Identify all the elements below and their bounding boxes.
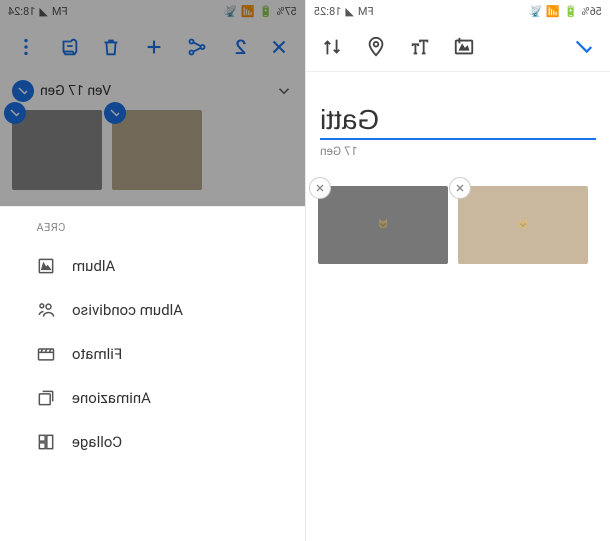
status-time: 18:24 xyxy=(8,5,35,18)
done-button[interactable] xyxy=(564,27,604,67)
album-date-label: 17 Gen xyxy=(320,144,596,158)
create-bottom-sheet: CREA Album Album condiviso Filmato Anima… xyxy=(0,206,305,541)
animation-icon xyxy=(36,388,56,408)
battery-text: 56% xyxy=(582,5,602,18)
selected-check-icon[interactable] xyxy=(4,102,26,124)
sheet-item-label: Collage xyxy=(72,433,122,451)
status-bar: 56% 🔋📶📡 FM ◢ 18:25 xyxy=(306,0,610,22)
text-button[interactable] xyxy=(400,27,440,67)
sheet-header-label: CREA xyxy=(18,221,305,244)
date-header-row: Ven 17 Gen xyxy=(0,72,305,110)
sheet-item-label: Album xyxy=(72,257,115,275)
share-button[interactable] xyxy=(178,27,215,67)
remove-thumbnail-button[interactable] xyxy=(309,177,331,199)
overflow-menu-button[interactable] xyxy=(8,27,45,67)
selected-count: 2 xyxy=(235,35,246,59)
album-toolbar xyxy=(306,22,610,72)
archive-button[interactable] xyxy=(51,27,88,67)
sheet-item-label: Album condiviso xyxy=(72,301,183,319)
album-icon xyxy=(36,256,56,276)
photo-selection-screen: 57% 🔋📶📡 FM ◢ 18:24 2 xyxy=(0,0,305,541)
chevron-down-icon[interactable] xyxy=(275,82,293,100)
carrier-text: FM xyxy=(52,5,68,18)
collage-icon xyxy=(36,432,56,452)
movie-icon xyxy=(36,344,56,364)
thumbnail-item[interactable] xyxy=(112,110,202,190)
status-time: 18:25 xyxy=(314,5,341,18)
sheet-item-label: Animazione xyxy=(72,389,151,407)
sheet-item-label: Filmato xyxy=(72,345,122,363)
thumbnail-item[interactable]: 🐱 xyxy=(318,186,448,264)
album-title-input[interactable] xyxy=(320,102,596,140)
create-animation-item[interactable]: Animazione xyxy=(18,376,305,420)
sort-button[interactable] xyxy=(312,27,352,67)
create-album-item[interactable]: Album xyxy=(18,244,305,288)
create-shared-album-item[interactable]: Album condiviso xyxy=(18,288,305,332)
thumbnail-item[interactable]: 🐱 xyxy=(458,186,588,264)
date-header-label: Ven 17 Gen xyxy=(40,83,111,99)
close-selection-button[interactable] xyxy=(260,27,297,67)
selection-thumbnails xyxy=(0,110,305,206)
create-movie-item[interactable]: Filmato xyxy=(18,332,305,376)
add-photo-button[interactable] xyxy=(444,27,484,67)
selection-content: 57% 🔋📶📡 FM ◢ 18:24 2 xyxy=(0,0,305,206)
location-button[interactable] xyxy=(356,27,396,67)
carrier-text: FM xyxy=(358,5,374,18)
shared-album-icon xyxy=(36,300,56,320)
delete-button[interactable] xyxy=(93,27,130,67)
status-bar: 57% 🔋📶📡 FM ◢ 18:24 xyxy=(0,0,305,22)
add-button[interactable] xyxy=(136,27,173,67)
remove-thumbnail-button[interactable] xyxy=(449,177,471,199)
battery-text: 57% xyxy=(277,5,297,18)
create-collage-item[interactable]: Collage xyxy=(18,420,305,464)
album-thumbnails: 🐱 🐱 xyxy=(306,164,610,264)
select-all-check-icon[interactable] xyxy=(12,80,34,102)
album-create-screen: 56% 🔋📶📡 FM ◢ 18:25 17 Gen � xyxy=(305,0,610,541)
thumbnail-item[interactable] xyxy=(12,110,102,190)
selected-check-icon[interactable] xyxy=(104,102,126,124)
selection-toolbar: 2 xyxy=(0,22,305,72)
